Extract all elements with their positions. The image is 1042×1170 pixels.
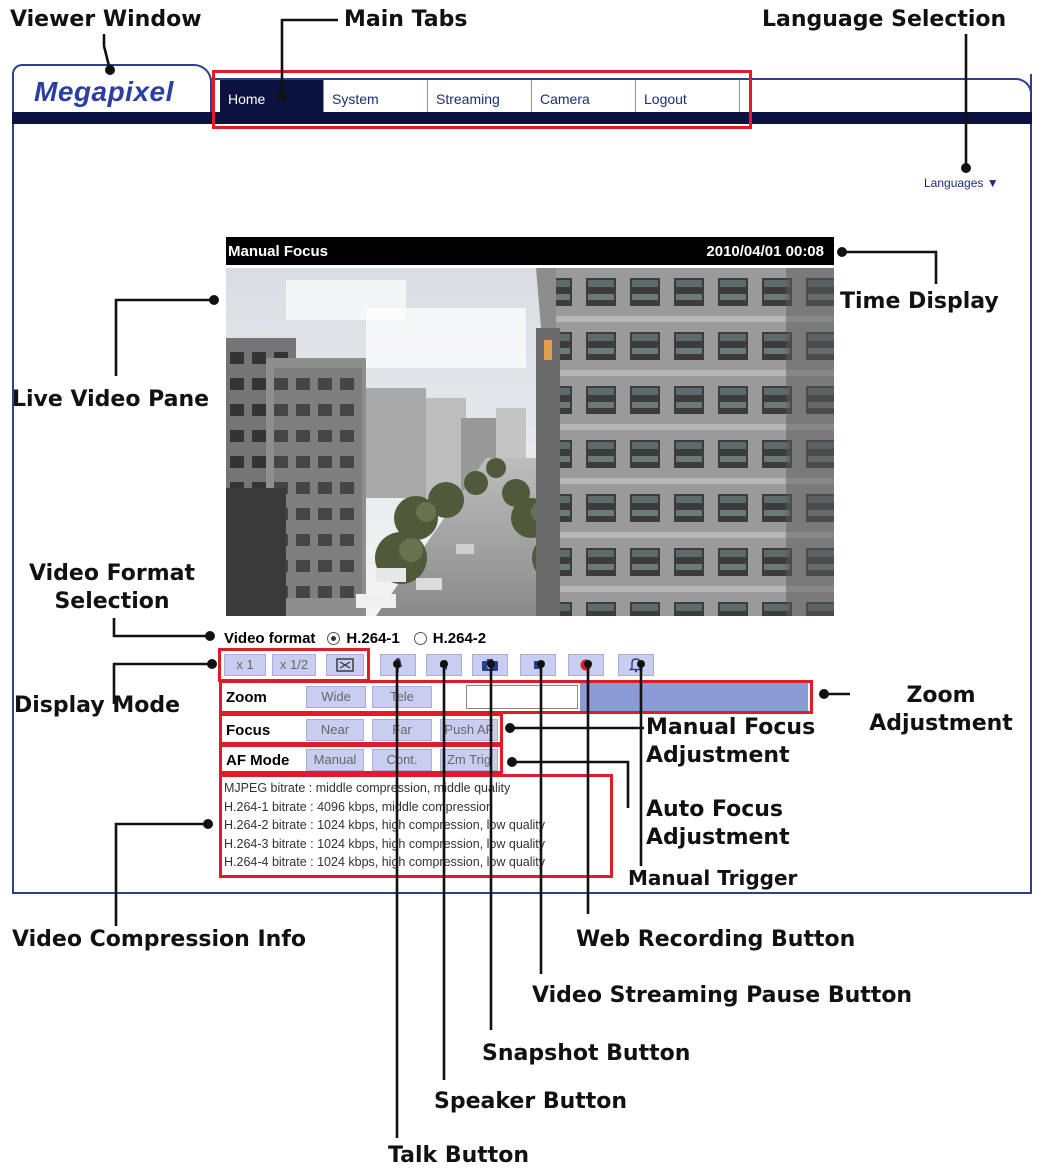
callout-zoom-adjustment: Zoom Adjustment [869,683,1013,736]
callout-display-mode: Display Mode [14,693,181,718]
callout-live-video-pane: Live Video Pane [12,387,210,412]
callout-video-format-selection: Video Format Selection [28,561,195,614]
callout-speaker-button: Speaker Button [434,1089,628,1114]
callout-manual-trigger: Manual Trigger [628,866,798,890]
callout-main-tabs: Main Tabs [344,7,468,32]
callout-language-selection: Language Selection [762,7,1007,32]
callout-video-streaming-pause-button: Video Streaming Pause Button [532,983,913,1008]
callout-snapshot-button: Snapshot Button [482,1041,691,1066]
callout-talk-button: Talk Button [388,1143,530,1168]
callout-video-compression-info: Video Compression Info [12,927,307,952]
callout-auto-focus-adjustment: Auto Focus Adjustment [646,797,790,850]
callout-time-display: Time Display [840,289,999,314]
callout-web-recording-button: Web Recording Button [576,927,856,952]
callout-viewer-window: Viewer Window [10,7,202,32]
callout-manual-focus-adjustment: Manual Focus Adjustment [646,715,816,768]
